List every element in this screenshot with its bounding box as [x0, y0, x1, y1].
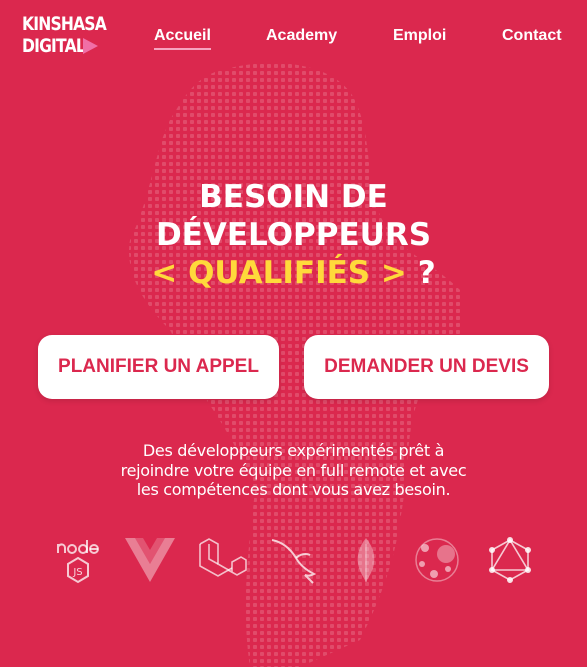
- mongodb-icon: [357, 538, 375, 582]
- hero-title: BESOIN DE DÉVELOPPEURS < QUALIFIÉS > ?: [0, 178, 587, 292]
- description-line-1: Des développeurs expérimentés prêt à: [142, 441, 445, 460]
- site-header: KINSHASA DIGITAL Accueil Academy Emploi …: [0, 0, 587, 80]
- laravel-icon: [199, 538, 247, 577]
- logo-line-1: KINSHASA: [22, 13, 107, 35]
- description-line-2: rejoindre votre équipe en full remote et…: [120, 460, 467, 480]
- mysql-icon: [271, 539, 317, 584]
- nodejs-icon: JS: [57, 540, 99, 584]
- play-icon: [83, 38, 98, 54]
- hero-line-1: BESOIN DE: [199, 179, 388, 215]
- hero-highlight: < QUALIFIÉS >: [151, 255, 407, 291]
- hero-line-2: DÉVELOPPEURS: [155, 217, 432, 253]
- nav-link-accueil[interactable]: Accueil: [154, 27, 211, 50]
- schedule-call-button[interactable]: PLANIFIER UN APPEL: [38, 335, 279, 399]
- kinshasa-digital-logo[interactable]: KINSHASA DIGITAL: [22, 13, 107, 61]
- hero-question-mark: ?: [406, 255, 436, 291]
- nav-link-academy[interactable]: Academy: [266, 27, 337, 45]
- svg-text:JS: JS: [72, 567, 82, 578]
- graphql-icon: [489, 537, 531, 583]
- hero-description: Des développeurs expérimentés prêt à rej…: [100, 441, 487, 500]
- nav-link-contact[interactable]: Contact: [502, 27, 562, 45]
- vuejs-icon: [125, 538, 175, 582]
- description-line-3: les compétences dont vous avez besoin.: [136, 480, 451, 499]
- request-quote-button[interactable]: DEMANDER UN DEVIS: [304, 335, 549, 399]
- hero-line-3: < QUALIFIÉS > ?: [0, 254, 587, 292]
- logo-line-2: DIGITAL: [22, 35, 86, 57]
- neo4j-icon: [415, 538, 459, 582]
- nav-link-emploi[interactable]: Emploi: [393, 27, 446, 45]
